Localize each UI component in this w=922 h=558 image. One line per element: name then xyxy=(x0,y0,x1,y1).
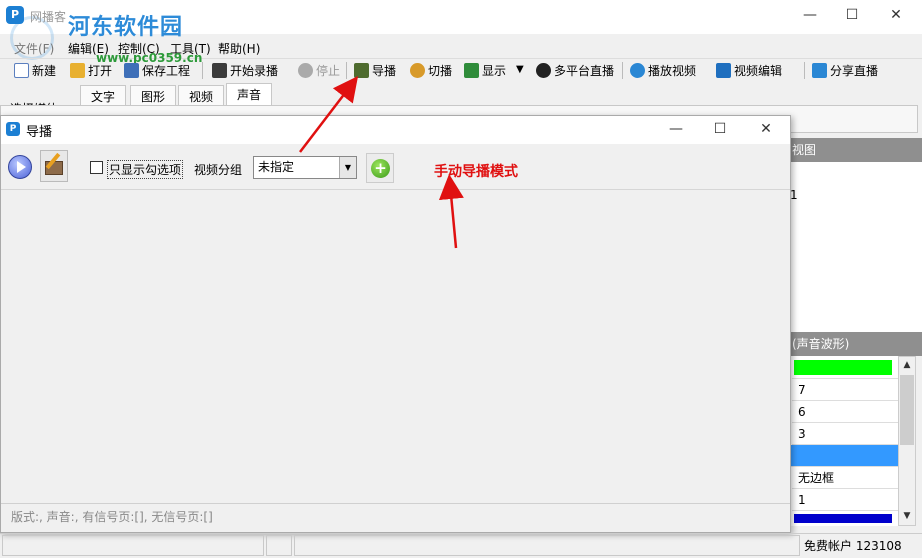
status-cell xyxy=(2,535,264,556)
status-cell xyxy=(294,535,800,556)
account-status: 免费帐户 123108 xyxy=(804,539,902,553)
annotation-arrows xyxy=(299,76,464,249)
arrow-to-director-button xyxy=(299,76,359,153)
arrow-to-annotation xyxy=(438,174,464,249)
status-cell xyxy=(266,535,292,556)
